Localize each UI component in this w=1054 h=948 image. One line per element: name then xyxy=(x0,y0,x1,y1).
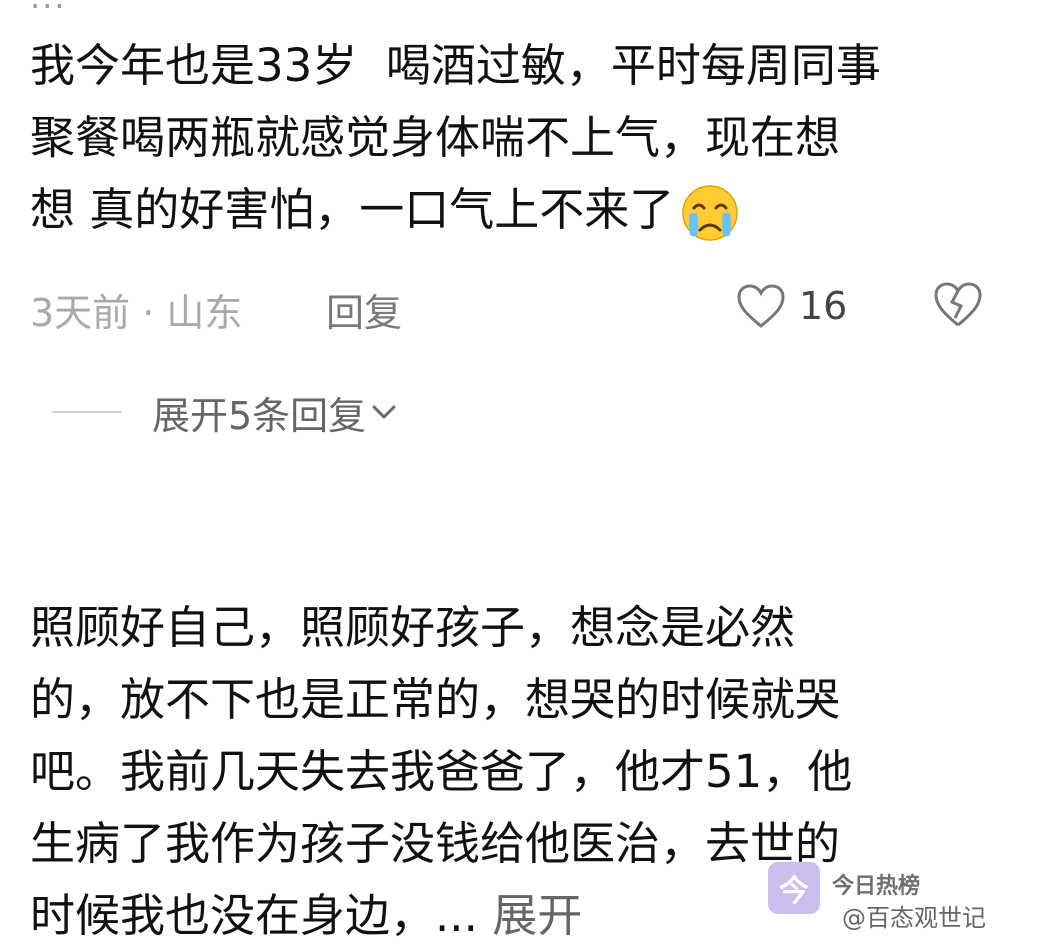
comment-2-line-2: 的，放不下也是正常的，想哭的时候就哭 xyxy=(30,673,841,726)
watermark: 今 今日热榜 @百态观世记 xyxy=(768,862,1044,942)
expand-replies-button[interactable]: 展开5条回复 xyxy=(52,384,472,440)
watermark-logo-glyph: 今 xyxy=(779,874,809,909)
comment-1-dislike-button[interactable] xyxy=(930,278,986,334)
watermark-title: 今日热榜 xyxy=(832,874,921,899)
comment-1-line-1: 我今年也是33岁 喝酒过敏，平时每周同事 xyxy=(30,39,881,92)
heart-icon xyxy=(737,284,785,328)
watermark-subtitle: @百态观世记 xyxy=(842,904,986,932)
comment-1-reply-button[interactable]: 回复 xyxy=(326,282,402,337)
comment-1-like-count: 16 xyxy=(799,284,848,328)
comment-1-meta-row: 3天前 · 山东 回复 16 xyxy=(30,276,1020,336)
expand-replies-divider xyxy=(52,411,122,413)
expand-comment-button[interactable]: 展开 xyxy=(492,889,582,942)
comment-1-line-3-text: 想 真的好害怕，一口气上不来了 xyxy=(30,183,675,236)
crying-face-icon xyxy=(682,185,739,241)
comment-1-time-location: 3天前 · 山东 xyxy=(30,291,243,335)
broken-heart-icon xyxy=(934,282,982,327)
comment-1-like-button[interactable]: 16 xyxy=(735,278,847,334)
comment-2-line-5-text: 时候我也没在身边，... xyxy=(30,889,478,942)
comment-1-line-2: 聚餐喝两瓶就感觉身体喘不上气，现在想 xyxy=(30,111,841,164)
expand-replies-label: 展开5条回复 xyxy=(152,393,367,438)
cropped-username: ... xyxy=(30,0,220,8)
comment-2-line-1: 照顾好自己，照顾好孩子，想念是必然 xyxy=(30,601,796,654)
comment-1-line-3: 想 真的好害怕，一口气上不来了 xyxy=(30,174,1030,246)
comment-1-text: 我今年也是33岁 喝酒过敏，平时每周同事 聚餐喝两瓶就感觉身体喘不上气，现在想想 … xyxy=(30,30,1030,246)
watermark-logo: 今 xyxy=(768,862,820,914)
chevron-down-icon xyxy=(372,405,396,419)
comment-2-line-3: 吧。我前几天失去我爸爸了，他才51，他 xyxy=(30,745,853,798)
